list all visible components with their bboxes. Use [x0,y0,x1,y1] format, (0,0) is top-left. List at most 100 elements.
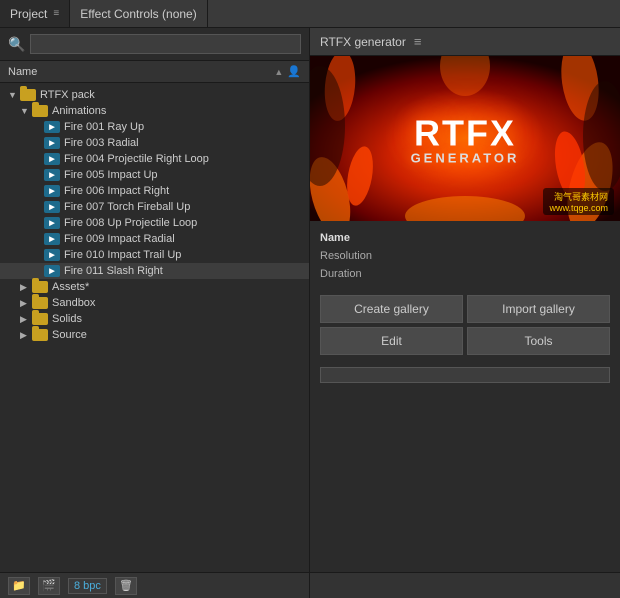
tree-label-fire009: Fire 009 Impact Radial [64,233,175,245]
tree-item-fire005[interactable]: ▶ Fire 005 Impact Up [0,167,309,183]
new-comp-button[interactable]: 🎬 [38,577,60,595]
tree-item-fire006[interactable]: ▶ Fire 006 Impact Right [0,183,309,199]
tree-item-fire009[interactable]: ▶ Fire 009 Impact Radial [0,231,309,247]
comp-icon-fire007: ▶ [44,201,60,213]
tree-item-rtfx-pack[interactable]: RTFX pack [0,87,309,103]
right-panel: RTFX generator ≡ [310,28,620,598]
name-row: Name [320,229,610,247]
comp-icon-fire005: ▶ [44,169,60,181]
comp-icon-fire006: ▶ [44,185,60,197]
bpc-badge[interactable]: 8 bpc [68,578,107,594]
preview-background: RTFX GENERATOR 淘气哥素材网 www.tqge.com [310,56,620,221]
delete-button[interactable]: 🗑 [115,577,137,595]
comp-icon-fire004: ▶ [44,153,60,165]
rtfx-menu-icon[interactable]: ≡ [414,34,422,49]
tree-item-solids[interactable]: Solids [0,311,309,327]
rtfx-tab-label: RTFX generator [320,35,406,49]
tree-item-fire007[interactable]: ▶ Fire 007 Torch Fireball Up [0,199,309,215]
name-label: Name [320,232,350,244]
project-menu-icon[interactable]: ≡ [53,8,59,19]
tree-label-fire005: Fire 005 Impact Up [64,169,158,181]
search-input[interactable] [30,34,301,54]
resolution-row: Resolution [320,247,610,265]
info-section: Name Resolution Duration [310,221,620,287]
tree-label-fire011: Fire 011 Slash Right [64,265,163,277]
duration-row: Duration [320,265,610,283]
folder-icon-sandbox [32,297,48,309]
create-gallery-button[interactable]: Create gallery [320,295,463,323]
tree-label-source: Source [52,329,87,341]
duration-label: Duration [320,268,362,280]
folder-icon-solids [32,313,48,325]
tree-item-fire011[interactable]: ▶ Fire 011 Slash Right [0,263,309,279]
tree-item-fire010[interactable]: ▶ Fire 010 Impact Trail Up [0,247,309,263]
effect-controls-label: Effect Controls (none) [80,7,197,21]
tree-item-source[interactable]: Source [0,327,309,343]
tree-item-fire004[interactable]: ▶ Fire 004 Projectile Right Loop [0,151,309,167]
arrow-source [20,330,30,341]
rtfx-logo: RTFX GENERATOR [411,112,520,165]
arrow-rtfx-pack [8,90,18,100]
progress-bar-section [310,363,620,387]
top-bar: Project ≡ Effect Controls (none) [0,0,620,28]
arrow-sandbox [20,298,30,309]
tree-item-fire008[interactable]: ▶ Fire 008 Up Projectile Loop [0,215,309,231]
tree-label-animations: Animations [52,105,106,117]
project-tab[interactable]: Project ≡ [0,0,70,27]
watermark: 淘气哥素材网 www.tqge.com [543,188,614,215]
tree-label-rtfx-pack: RTFX pack [40,89,95,101]
comp-icon-fire010: ▶ [44,249,60,261]
search-icon: 🔍 [8,36,25,53]
arrow-animations [20,106,30,116]
generator-logo-text: GENERATOR [411,150,520,165]
comp-icon-fire003: ▶ [44,137,60,149]
folder-icon-source [32,329,48,341]
tree-label-solids: Solids [52,313,82,325]
scroll-up-icon: ▲ [274,67,283,77]
tree-item-animations[interactable]: Animations [0,103,309,119]
file-tree: RTFX pack Animations ▶ Fire 001 Ray Up ▶… [0,83,309,572]
rtfx-header: RTFX generator ≡ [310,28,620,56]
resolution-label: Resolution [320,250,372,262]
rtfx-logo-text: RTFX [411,112,520,154]
tree-item-sandbox[interactable]: Sandbox [0,295,309,311]
new-folder-button[interactable]: 📁 [8,577,30,595]
tree-item-fire001[interactable]: ▶ Fire 001 Ray Up [0,119,309,135]
tree-label-sandbox: Sandbox [52,297,95,309]
arrow-solids [20,314,30,325]
folder-icon-animations [32,105,48,117]
comp-icon-fire009: ▶ [44,233,60,245]
tree-label-fire003: Fire 003 Radial [64,137,139,149]
watermark-line2: www.tqge.com [549,203,608,213]
preview-area: RTFX GENERATOR 淘气哥素材网 www.tqge.com [310,56,620,221]
main-content: 🔍 Name ▲ 👤 RTFX pack Animations [0,28,620,598]
right-bottom-bar [310,572,620,598]
folder-icon-rtfx [20,89,36,101]
tree-label-assets: Assets* [52,281,89,293]
left-panel: 🔍 Name ▲ 👤 RTFX pack Animations [0,28,310,598]
project-tab-label: Project [10,7,47,21]
comp-icon-fire008: ▶ [44,217,60,229]
effect-controls-tab[interactable]: Effect Controls (none) [70,0,208,27]
tree-label-fire004: Fire 004 Projectile Right Loop [64,153,209,165]
import-gallery-button[interactable]: Import gallery [467,295,610,323]
left-bottom-bar: 📁 🎬 8 bpc 🗑 [0,572,309,598]
folder-icon-assets [32,281,48,293]
column-name-label: Name [8,66,37,78]
tree-label-fire007: Fire 007 Torch Fireball Up [64,201,190,213]
edit-button[interactable]: Edit [320,327,463,355]
tree-item-assets[interactable]: Assets* [0,279,309,295]
tools-button[interactable]: Tools [467,327,610,355]
progress-bar-bg [320,367,610,383]
watermark-line1: 淘气哥素材网 [549,190,608,203]
column-header: Name ▲ 👤 [0,61,309,83]
tree-item-fire003[interactable]: ▶ Fire 003 Radial [0,135,309,151]
arrow-assets [20,282,30,293]
comp-icon-fire001: ▶ [44,121,60,133]
comp-icon-fire011: ▶ [44,265,60,277]
tree-label-fire001: Fire 001 Ray Up [64,121,144,133]
search-bar: 🔍 [0,28,309,61]
buttons-section: Create gallery Import gallery Edit Tools [310,287,620,363]
tree-label-fire010: Fire 010 Impact Trail Up [64,249,181,261]
person-icon: 👤 [287,65,301,78]
